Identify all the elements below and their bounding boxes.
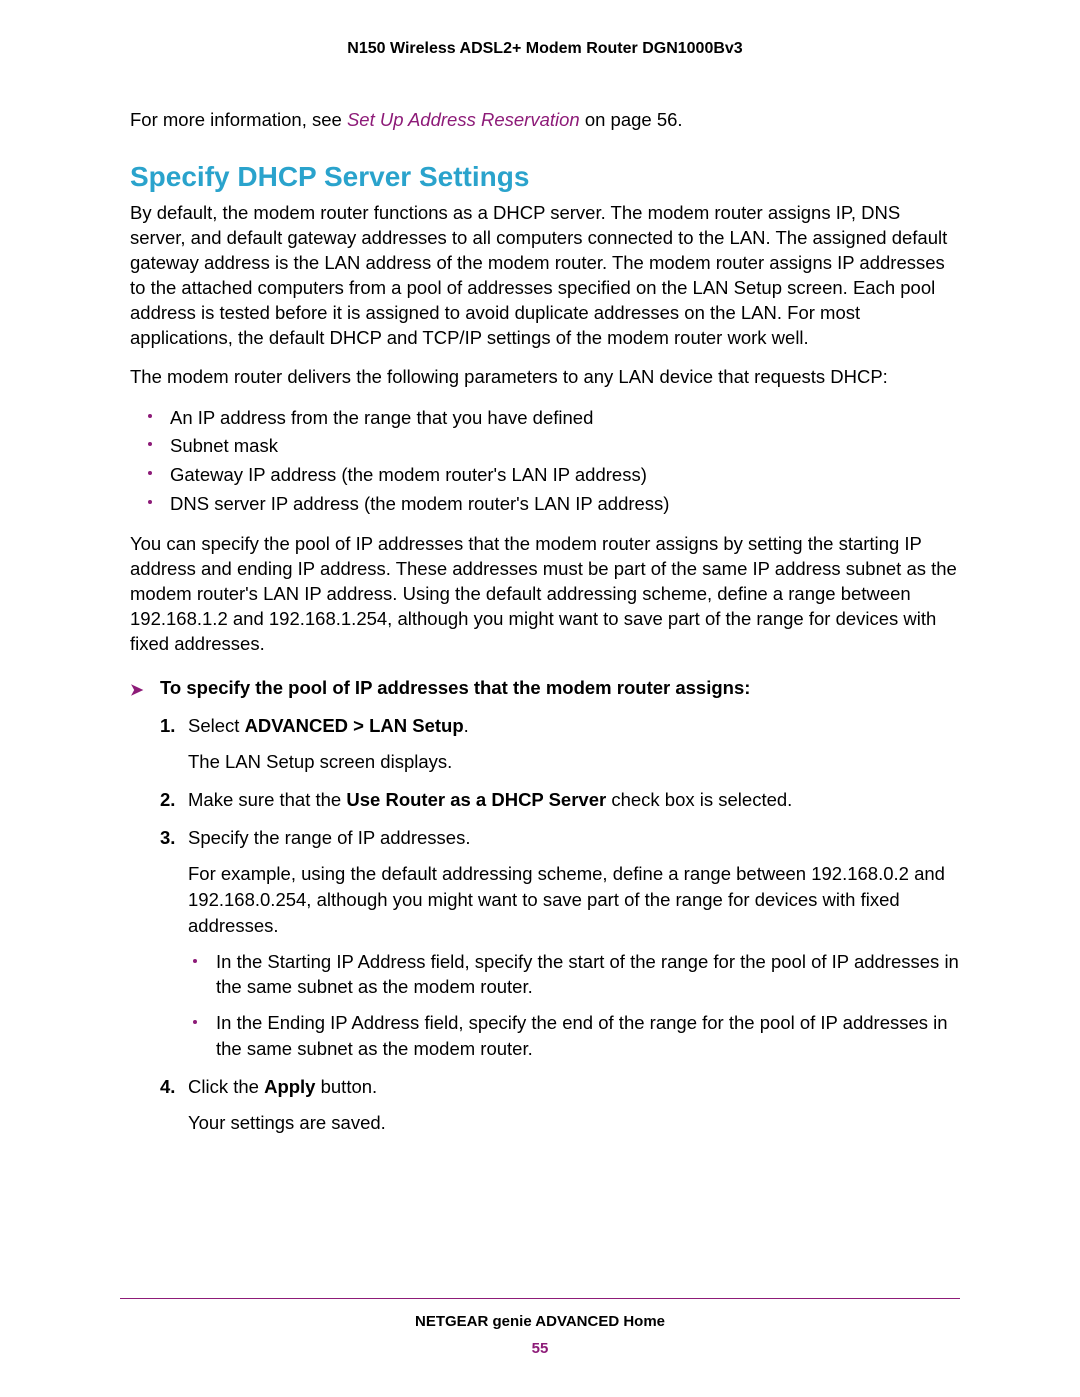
list-item: DNS server IP address (the modem router'… bbox=[130, 490, 960, 519]
step-text: Specify the range of IP addresses. bbox=[188, 827, 470, 848]
bullet-icon bbox=[148, 414, 152, 418]
procedure-steps: 1. Select ADVANCED > LAN Setup. The LAN … bbox=[130, 713, 960, 1136]
step-sub-text: For example, using the default addressin… bbox=[188, 861, 960, 939]
step-text-suffix: . bbox=[464, 715, 469, 736]
list-item: Subnet mask bbox=[130, 432, 960, 461]
step-sub-text: The LAN Setup screen displays. bbox=[188, 749, 960, 775]
step-sub-text: Your settings are saved. bbox=[188, 1110, 960, 1136]
cross-reference-link[interactable]: Set Up Address Reservation bbox=[347, 109, 580, 130]
arrow-icon: ➤ bbox=[130, 680, 143, 700]
list-item: Gateway IP address (the modem router's L… bbox=[130, 461, 960, 490]
step-1: 1. Select ADVANCED > LAN Setup. The LAN … bbox=[130, 713, 960, 775]
step-4: 4. Click the Apply button. Your settings… bbox=[130, 1074, 960, 1136]
step-2: 2. Make sure that the Use Router as a DH… bbox=[130, 787, 960, 813]
step-text-bold: Apply bbox=[264, 1076, 315, 1097]
footer-title: NETGEAR genie ADVANCED Home bbox=[120, 1313, 960, 1330]
bullet-icon bbox=[193, 1020, 197, 1024]
list-item: In the Ending IP Address field, specify … bbox=[188, 1010, 960, 1062]
dhcp-parameter-list: An IP address from the range that you ha… bbox=[130, 404, 960, 519]
intro-paragraph: For more information, see Set Up Address… bbox=[130, 108, 960, 133]
step-number: 2. bbox=[160, 787, 175, 813]
list-item-text: In the Starting IP Address field, specif… bbox=[216, 951, 959, 998]
step-text-bold: ADVANCED > LAN Setup bbox=[245, 715, 464, 736]
list-item-text: DNS server IP address (the modem router'… bbox=[170, 493, 669, 514]
bullet-icon bbox=[148, 500, 152, 504]
step-text-prefix: Make sure that the bbox=[188, 789, 346, 810]
section-paragraph-2: The modem router delivers the following … bbox=[130, 365, 960, 390]
step-text-bold: Use Router as a DHCP Server bbox=[346, 789, 606, 810]
list-item-text: In the Ending IP Address field, specify … bbox=[216, 1012, 948, 1059]
step-text-suffix: button. bbox=[315, 1076, 377, 1097]
step-text-prefix: Select bbox=[188, 715, 245, 736]
page-footer: NETGEAR genie ADVANCED Home 55 bbox=[120, 1298, 960, 1357]
step-number: 1. bbox=[160, 713, 175, 739]
list-item: An IP address from the range that you ha… bbox=[130, 404, 960, 433]
bullet-icon bbox=[148, 471, 152, 475]
procedure-title-text: To specify the pool of IP addresses that… bbox=[160, 677, 750, 698]
intro-prefix: For more information, see bbox=[130, 109, 347, 130]
section-paragraph-1: By default, the modem router functions a… bbox=[130, 201, 960, 351]
step-text-suffix: check box is selected. bbox=[606, 789, 792, 810]
header-product-title: N150 Wireless ADSL2+ Modem Router DGN100… bbox=[130, 40, 960, 58]
list-item-text: An IP address from the range that you ha… bbox=[170, 407, 593, 428]
section-paragraph-3: You can specify the pool of IP addresses… bbox=[130, 532, 960, 657]
step-number: 4. bbox=[160, 1074, 175, 1100]
footer-divider bbox=[120, 1298, 960, 1299]
list-item: In the Starting IP Address field, specif… bbox=[188, 949, 960, 1001]
list-item-text: Gateway IP address (the modem router's L… bbox=[170, 464, 647, 485]
procedure-title: ➤ To specify the pool of IP addresses th… bbox=[130, 677, 960, 699]
bullet-icon bbox=[193, 959, 197, 963]
step-text-prefix: Click the bbox=[188, 1076, 264, 1097]
footer-page-number: 55 bbox=[120, 1340, 960, 1357]
step-sub-bullets: In the Starting IP Address field, specif… bbox=[188, 949, 960, 1063]
bullet-icon bbox=[148, 442, 152, 446]
step-3: 3. Specify the range of IP addresses. Fo… bbox=[130, 825, 960, 1062]
step-number: 3. bbox=[160, 825, 175, 851]
intro-suffix: on page 56. bbox=[580, 109, 683, 130]
list-item-text: Subnet mask bbox=[170, 435, 278, 456]
section-heading: Specify DHCP Server Settings bbox=[130, 161, 960, 193]
